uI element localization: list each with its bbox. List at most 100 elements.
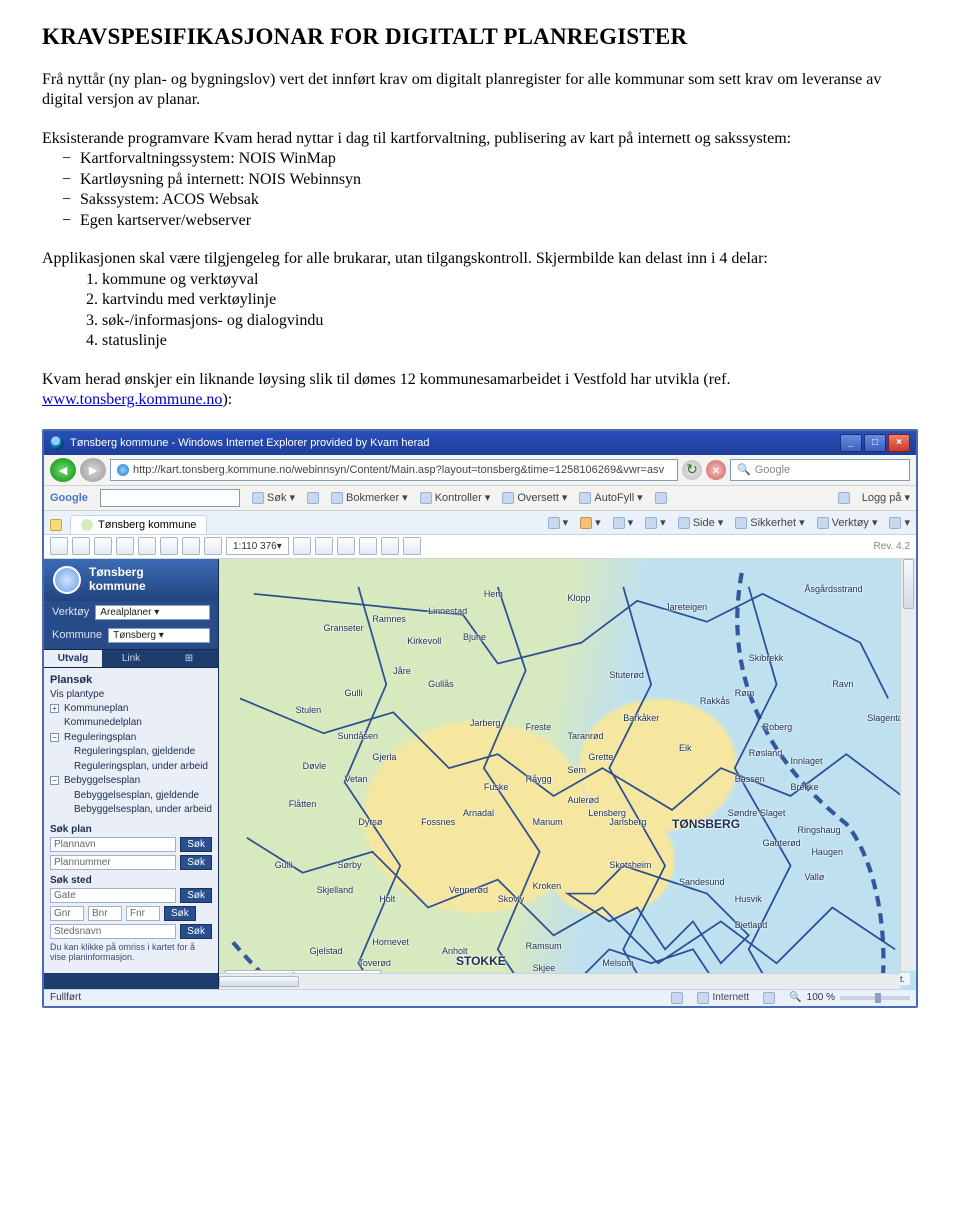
sok-button[interactable]: Søk [164,906,196,921]
scale-select[interactable]: 1:110 376 ▾ [226,537,289,555]
stedsnavn-input[interactable]: Stedsnavn [50,924,176,939]
browser-statusbar: Fullført Internett 🔍100 % [44,989,916,1006]
map-tool-icon[interactable] [182,537,200,555]
map-horizontal-scrollbar[interactable] [219,973,900,989]
google-signin[interactable]: Logg på ▾ [862,491,910,504]
nav-forward-button[interactable]: ► [80,458,106,482]
protected-icon [763,992,775,1004]
map-vertical-scrollbar[interactable] [900,559,916,971]
bnr-input[interactable]: Bnr [88,906,122,921]
google-toolbar-item[interactable]: AutoFyll ▾ [579,491,642,504]
plantype-tree-item[interactable]: Bebyggelsesplan, gjeldende [50,789,212,804]
home-button[interactable]: ▾ [548,516,569,529]
map-place-label: Granseter [324,623,364,633]
tree-expand-icon[interactable]: + [50,704,59,713]
browser-search-input[interactable]: 🔍Google [730,459,910,481]
map-tool-icon[interactable] [138,537,156,555]
google-toolbar-item[interactable]: Oversett ▾ [502,491,567,504]
google-toolbar-item[interactable]: Bokmerker ▾ [331,491,408,504]
plantype-tree-item[interactable]: Reguleringsplan, gjeldende [50,745,212,760]
google-toolbar-item[interactable] [655,492,667,504]
google-wrench-icon[interactable] [838,492,850,504]
map-pane[interactable]: HemKloppLinnestadGranseterRamnesKirkevol… [219,559,916,989]
kommune-select[interactable]: Tønsberg ▾ [108,628,210,643]
map-place-label: Brekke [791,782,819,792]
close-window-button[interactable]: × [888,434,910,452]
map-tool-icon[interactable] [160,537,178,555]
tree-expand-icon[interactable]: − [50,733,59,742]
paragraph-app-intro: Applikasjonen skal være tilgjengeleg for… [42,249,918,269]
map-tool-icon[interactable] [72,537,90,555]
plantype-tree-item[interactable]: Bebyggelsesplan, under arbeid [50,803,212,818]
map-tool-icon[interactable] [50,537,68,555]
map-place-label: Gjelstad [310,946,343,956]
address-row: ◄ ► http://kart.tonsberg.kommune.no/webi… [44,455,916,486]
map-place-label: Ravn [832,679,853,689]
google-search-input[interactable] [100,489,240,507]
plannavn-input[interactable]: Plannavn [50,837,176,852]
address-bar[interactable]: http://kart.tonsberg.kommune.no/webinnsy… [110,459,678,481]
map-place-label: Jarberg [470,718,501,728]
google-toolbar: Google Søk ▾ Bokmerker ▾ Kontroller ▾ Ov… [44,486,916,511]
map-tool-icon[interactable] [337,537,355,555]
feed-button[interactable]: ▾ [580,516,601,529]
map-place-label: Manum [533,817,563,827]
map-tool-icon[interactable] [381,537,399,555]
map-tool-icon[interactable] [359,537,377,555]
safety-menu[interactable]: Sikkerhet ▾ [735,516,804,529]
map-city-label: TØNSBERG [672,817,740,831]
plantype-tree-item[interactable]: −Bebyggelsesplan [50,774,212,789]
google-toolbar-item[interactable]: Kontroller ▾ [420,491,491,504]
sok-button[interactable]: Søk [180,855,212,870]
plantype-tree-item[interactable]: Kommunedelplan [50,716,212,731]
map-place-label: Vennerød [449,885,488,895]
map-tool-icon[interactable] [315,537,333,555]
plantype-tree-item[interactable]: Reguleringsplan, under arbeid [50,760,212,775]
map-tool-icon[interactable] [403,537,421,555]
favorites-star-icon[interactable] [50,519,62,534]
map-place-label: Gauterød [763,838,801,848]
tab-tonsberg[interactable]: Tønsberg kommune [70,515,207,534]
mail-button[interactable]: ▾ [613,516,634,529]
sok-button[interactable]: Søk [180,888,212,903]
tab-utvalg[interactable]: Utvalg [44,650,102,667]
map-tool-icon[interactable] [116,537,134,555]
map-place-label: Eik [679,743,692,753]
tools-menu[interactable]: Verktøy ▾ [817,516,878,529]
plantype-tree-item[interactable]: +Kommuneplan [50,702,212,717]
tree-expand-icon[interactable]: − [50,776,59,785]
map-tool-icon[interactable] [293,537,311,555]
reference-link[interactable]: www.tonsberg.kommune.no [42,391,222,408]
fnr-input[interactable]: Fnr [126,906,160,921]
sok-button[interactable]: Søk [180,837,212,852]
minimize-button[interactable]: _ [840,434,862,452]
zoom-control[interactable]: 🔍100 % [789,992,910,1003]
google-toolbar-item[interactable]: Søk ▾ [252,491,295,504]
sok-button[interactable]: Søk [180,924,212,939]
gnr-input[interactable]: Gnr [50,906,84,921]
nav-back-button[interactable]: ◄ [50,458,76,482]
ie-icon [50,436,64,450]
map-place-label: Gullås [428,679,454,689]
shield-icon [735,517,747,529]
refresh-button[interactable]: ↻ [682,460,702,480]
gate-input[interactable]: Gate [50,888,176,903]
map-tool-icon[interactable] [94,537,112,555]
map-place-label: Bassen [735,774,765,784]
side-note: Du kan klikke på omriss i kartet for å v… [50,942,212,964]
tab-extra[interactable]: ⊞ [160,650,218,667]
stop-button[interactable]: × [706,460,726,480]
plannummer-input[interactable]: Plannummer [50,855,176,870]
google-toolbar-item[interactable] [307,492,319,504]
tool-select[interactable]: Arealplaner ▾ [95,605,210,620]
help-button[interactable]: ▾ [889,516,910,529]
map-place-label: Fossnes [421,817,455,827]
plantype-tree-item[interactable]: −Reguleringsplan [50,731,212,746]
maximize-button[interactable]: □ [864,434,886,452]
page-menu[interactable]: Side ▾ [678,516,724,529]
tab-link[interactable]: Link [102,650,160,667]
check-icon [420,492,432,504]
map-tool-icon[interactable] [204,537,222,555]
brand-header: Tønsberg kommune [44,559,218,601]
print-button[interactable]: ▾ [645,516,666,529]
